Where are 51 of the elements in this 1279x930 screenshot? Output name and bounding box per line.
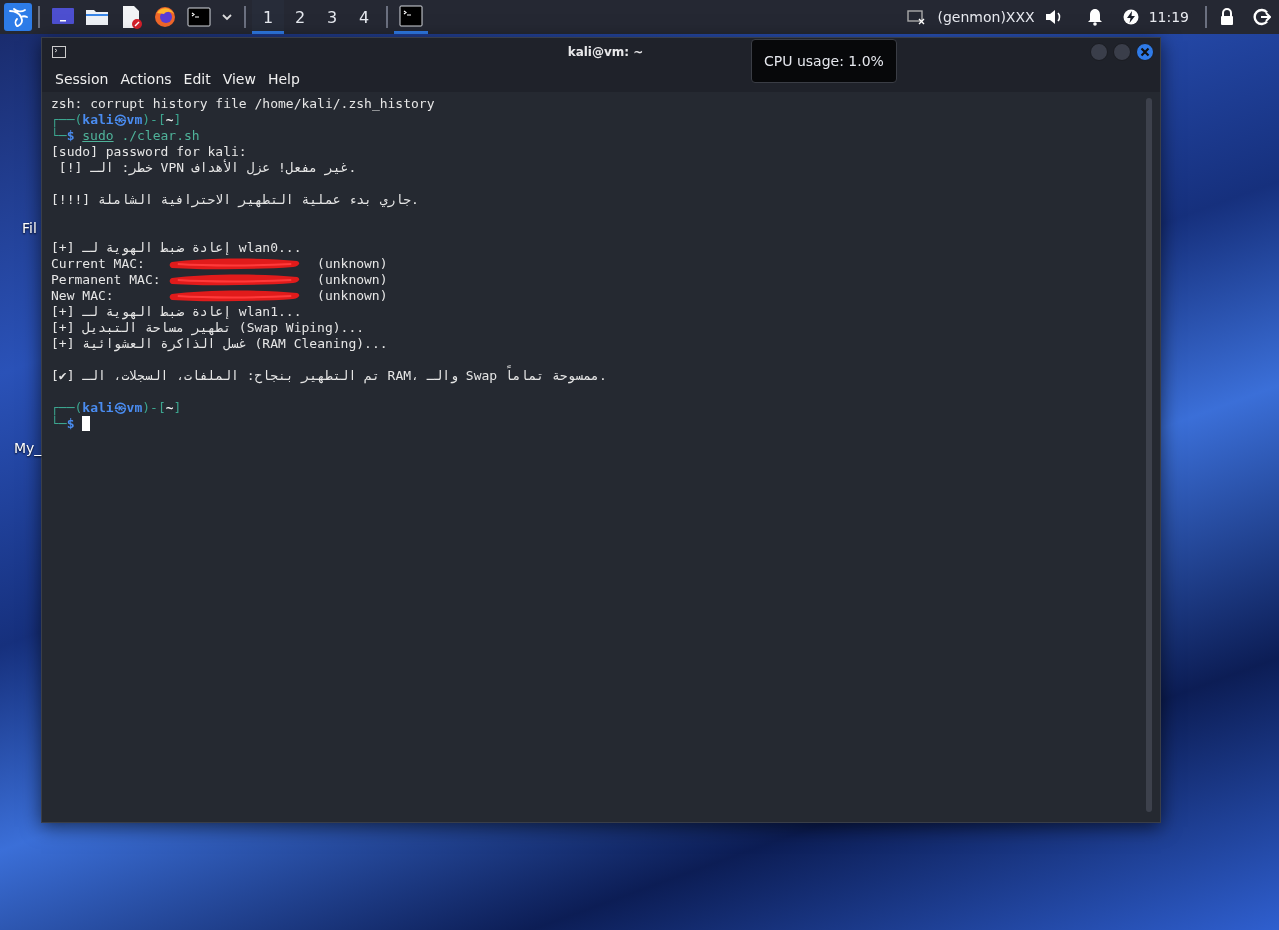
speaker-icon (1044, 9, 1063, 25)
terminal-line: [sudo] password for kali: (51, 144, 248, 159)
logout-icon (1253, 8, 1271, 26)
terminal-line: [!] خطر: الـ VPN غير مفعل! عزل الأهداف. (57, 160, 358, 176)
terminal-line: zsh: corrupt history file /home/kali/.zsh_history (51, 96, 436, 112)
terminal-icon (187, 5, 211, 29)
scrollbar[interactable] (1146, 98, 1152, 812)
menu-item[interactable]: View (217, 68, 261, 90)
prompt-line: └─$ sudo ./clear.sh (51, 128, 201, 144)
chevron-down-icon (221, 11, 233, 23)
workspace-button[interactable]: 2 (284, 0, 316, 34)
cpu-usage-tooltip: CPU usage: 1.0% (751, 39, 897, 83)
lightning-icon (1122, 9, 1139, 25)
terminal-line: [+] إعادة ضبط الهوية لـ wlan1... (51, 304, 303, 320)
launcher-menu-button[interactable] (221, 11, 233, 23)
bell-icon (1086, 8, 1103, 26)
menu-item[interactable]: Actions (115, 68, 177, 90)
prompt-line: ┌──(kali㉿vm)-[~] (51, 400, 183, 416)
workspace-button[interactable]: 1 (252, 0, 284, 34)
browser-icon (153, 5, 177, 29)
menu-item[interactable]: Session (50, 68, 114, 90)
mac-label: Permanent MAC: (51, 272, 162, 288)
mac-label: New MAC: (51, 288, 115, 304)
close-button[interactable] (1136, 43, 1154, 61)
mac-value: (unknown) (316, 272, 388, 288)
terminal-line: [+] إعادة ضبط الهوية لـ wlan0... (51, 240, 303, 256)
menu-item[interactable]: Help (262, 68, 305, 90)
app-menu-button[interactable] (4, 3, 32, 31)
browser-launcher[interactable] (153, 5, 177, 29)
mac-label: Current MAC: (51, 256, 146, 272)
mac-value: (unknown) (316, 288, 388, 304)
prompt-line: ┌──(kali㉿vm)-[~] (51, 112, 183, 128)
workspace-button[interactable]: 4 (348, 0, 380, 34)
prompt-line: └─$ (51, 416, 1142, 432)
terminal-line: [!!!] جاري بدء عملية التطهير الاحترافية الشاملة. (51, 192, 420, 208)
terminal-icon (52, 46, 66, 58)
menu-item[interactable]: Edit (178, 68, 216, 90)
genmon-text: (genmon)XXX (937, 9, 1035, 25)
terminal-launcher[interactable] (187, 5, 211, 29)
lock-icon (1219, 8, 1235, 26)
terminal-line: [+] تطهير مساحة التبديل (Swap Wiping)... (51, 320, 366, 336)
window-title: kali@vm: ~ (566, 45, 645, 59)
desktop-icon-label[interactable]: Fil (22, 220, 37, 236)
terminal-icon (399, 4, 423, 27)
workspace-button[interactable]: 3 (316, 0, 348, 34)
clock-text: 11:19 (1148, 9, 1189, 25)
mac-value: (unknown) (316, 256, 388, 272)
desktop-icon-label[interactable]: My_ (14, 440, 42, 456)
terminal-line: [+] غسل الذاكرة العشوائية (RAM Cleaning)... (51, 336, 389, 352)
close-icon (1140, 47, 1150, 57)
network-disconnected-icon (907, 9, 926, 25)
